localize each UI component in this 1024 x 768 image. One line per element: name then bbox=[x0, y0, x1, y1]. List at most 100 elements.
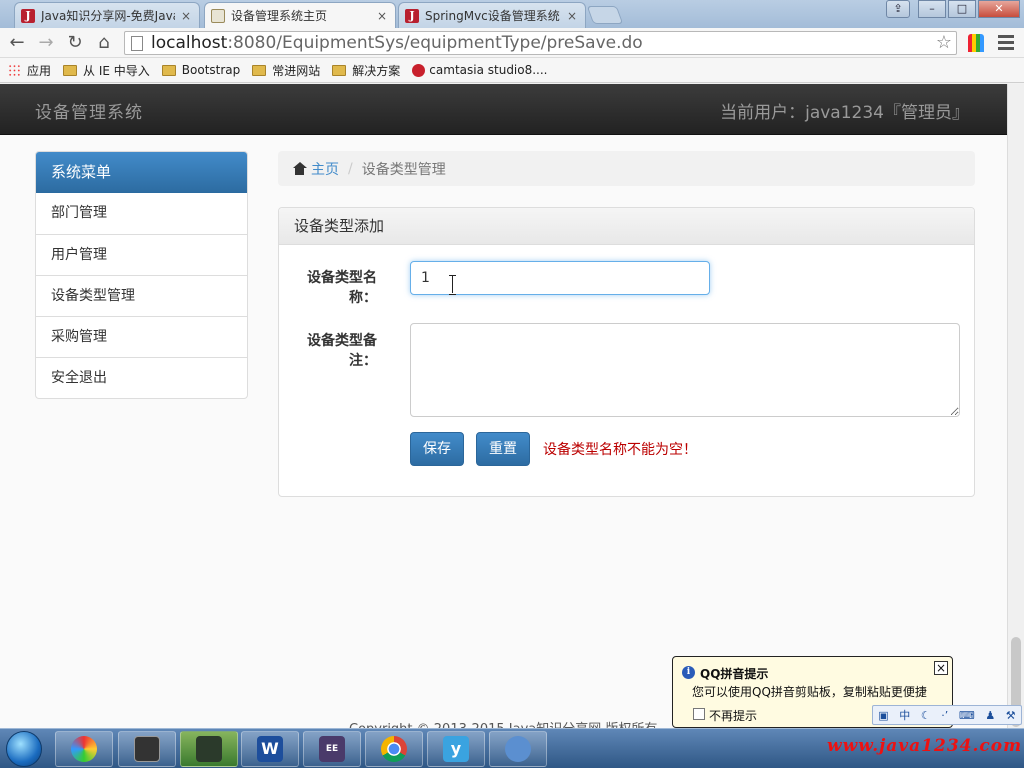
home-icon bbox=[292, 162, 307, 175]
pinwheel-icon bbox=[71, 736, 97, 762]
page-icon bbox=[131, 35, 143, 51]
ime-logo-icon[interactable]: ▣ bbox=[878, 709, 888, 722]
ime-keyboard-icon[interactable]: ⌨ bbox=[959, 709, 975, 722]
sidebar-item-department[interactable]: 部门管理 bbox=[36, 193, 247, 234]
site-watermark: www.java1234.com bbox=[827, 736, 1023, 756]
tab-close-icon[interactable]: × bbox=[377, 9, 387, 23]
taskbar-terminal[interactable] bbox=[118, 731, 176, 767]
chart-favicon-icon bbox=[211, 8, 225, 23]
dont-show-again-checkbox[interactable] bbox=[693, 708, 705, 720]
browser-tab-java1234[interactable]: J Java知识分享网-免费Java × bbox=[14, 2, 200, 28]
terminal-icon bbox=[134, 736, 160, 762]
ime-punctuation-icon[interactable]: ·’ bbox=[941, 709, 948, 722]
save-button[interactable]: 保存 bbox=[410, 432, 464, 466]
ime-moon-icon[interactable]: ☾ bbox=[921, 709, 931, 722]
app-navbar: 设备管理系统 当前用户：java1234『管理员』 bbox=[0, 84, 1007, 135]
bookmark-label: 解决方案 bbox=[352, 63, 401, 78]
word-icon: W bbox=[257, 736, 283, 762]
bookmark-label: Bootstrap bbox=[181, 63, 241, 77]
remark-label: 设备类型备 注： bbox=[297, 331, 377, 371]
bookmark-camtasia[interactable]: camtasia studio8.... bbox=[412, 63, 548, 77]
ime-user-icon[interactable]: ♟ bbox=[985, 709, 995, 722]
taskbar-yinxiang[interactable]: y bbox=[427, 731, 485, 767]
tab-title: SpringMvc设备管理系统 bbox=[425, 9, 560, 23]
bookmark-ie-import[interactable]: 从 IE 中导入 bbox=[63, 62, 150, 79]
taskbar-pinwheel[interactable] bbox=[55, 731, 113, 767]
taskbar-video-recorder[interactable] bbox=[180, 731, 238, 767]
sidebar-item-logout[interactable]: 安全退出 bbox=[36, 357, 247, 398]
java-favicon-icon: J bbox=[21, 8, 35, 23]
tab-close-icon[interactable]: × bbox=[181, 9, 191, 23]
taskbar-word[interactable]: W bbox=[241, 731, 299, 767]
bookmark-bootstrap[interactable]: Bootstrap bbox=[161, 63, 241, 77]
minimize-button[interactable]: – bbox=[918, 0, 946, 18]
dont-show-again-label[interactable]: 不再提示 bbox=[709, 707, 757, 724]
browser-tab-equipment-home[interactable]: 设备管理系统主页 × bbox=[204, 2, 396, 28]
bookmark-frequent-sites[interactable]: 常进网站 bbox=[252, 62, 320, 79]
validation-error: 设备类型名称不能为空！ bbox=[543, 442, 697, 458]
windows-start-icon[interactable] bbox=[6, 731, 42, 767]
sidebar-header: 系统菜单 bbox=[36, 152, 247, 193]
ime-settings-icon[interactable]: ⚒ bbox=[1006, 709, 1016, 722]
window-close-button[interactable]: ✕ bbox=[978, 0, 1020, 18]
text-cursor-icon bbox=[449, 275, 457, 295]
sidebar-item-purchase[interactable]: 采购管理 bbox=[36, 316, 247, 357]
yinxiang-icon: y bbox=[443, 736, 469, 762]
taskbar-dolphin[interactable] bbox=[489, 731, 547, 767]
reset-button[interactable]: 重置 bbox=[476, 432, 530, 466]
ime-mode-toggle[interactable]: 中 bbox=[899, 707, 910, 723]
bookmark-label: 从 IE 中导入 bbox=[83, 63, 150, 78]
equipment-type-remark-input[interactable] bbox=[410, 323, 960, 417]
forward-arrow-icon[interactable]: → bbox=[35, 32, 57, 54]
browser-toolbar: ← → ↻ ⌂ localhost:8080/EquipmentSys/equi… bbox=[0, 28, 1024, 58]
bookmark-label: 应用 bbox=[27, 63, 52, 78]
breadcrumb: 主页 / 设备类型管理 bbox=[278, 151, 975, 186]
remark-label-line1: 设备类型备 bbox=[307, 333, 377, 349]
javaee-ide-icon: EE bbox=[319, 736, 345, 762]
qq-popup-close-icon[interactable]: × bbox=[934, 661, 948, 675]
info-icon: i bbox=[682, 666, 695, 679]
page-scrollbar[interactable] bbox=[1007, 84, 1024, 728]
ime-toolbar: ▣ 中 ☾ ·’ ⌨ ♟ ⚒ bbox=[872, 705, 1022, 725]
home-button-icon[interactable]: ⌂ bbox=[93, 32, 115, 54]
camtasia-icon bbox=[412, 63, 426, 77]
app-brand[interactable]: 设备管理系统 bbox=[35, 98, 143, 123]
taskbar-javaee-ide[interactable]: EE bbox=[303, 731, 361, 767]
chrome-icon bbox=[381, 736, 407, 762]
chrome-menu-icon[interactable] bbox=[998, 35, 1014, 53]
breadcrumb-home-link[interactable]: 主页 bbox=[311, 159, 339, 179]
bookmark-label: 常进网站 bbox=[272, 63, 321, 78]
extension-icon[interactable] bbox=[968, 34, 984, 52]
folder-icon bbox=[161, 64, 176, 76]
sidebar-item-equipment-type[interactable]: 设备类型管理 bbox=[36, 275, 247, 316]
bookmark-apps[interactable]: 应用 bbox=[8, 62, 51, 79]
bookmark-label: camtasia studio8.... bbox=[429, 63, 548, 77]
profile-button[interactable]: ⇪ bbox=[886, 0, 910, 18]
back-arrow-icon[interactable]: ← bbox=[6, 32, 28, 54]
tab-close-icon[interactable]: × bbox=[567, 9, 577, 23]
url-host: localhost bbox=[151, 33, 228, 53]
apps-icon bbox=[8, 63, 21, 77]
browser-tab-strip: J Java知识分享网-免费Java × 设备管理系统主页 × J Spring… bbox=[0, 0, 1024, 28]
bookmark-star-icon[interactable]: ☆ bbox=[936, 32, 952, 53]
panel-title: 设备类型添加 bbox=[279, 208, 974, 245]
name-label-line2: 称： bbox=[349, 290, 377, 306]
taskbar-chrome[interactable] bbox=[365, 731, 423, 767]
current-user: 当前用户：java1234『管理员』 bbox=[720, 103, 969, 123]
bookmarks-bar: 应用 从 IE 中导入 Bootstrap 常进网站 解决方案 camtasia… bbox=[0, 58, 1024, 83]
new-tab-button[interactable] bbox=[586, 6, 624, 24]
browser-tab-springmvc[interactable]: J SpringMvc设备管理系统 × bbox=[398, 2, 586, 28]
breadcrumb-current: 设备类型管理 bbox=[361, 161, 446, 178]
qq-popup-body: 您可以使用QQ拼音剪贴板，复制粘贴更便捷 bbox=[692, 685, 927, 699]
java-favicon-icon: J bbox=[405, 8, 419, 23]
add-equipment-type-panel: 设备类型添加 设备类型名 称： 设备类型备 注： 保存 重置 设备类型名称不能为… bbox=[278, 207, 975, 497]
maximize-button[interactable]: □ bbox=[948, 0, 976, 18]
folder-icon bbox=[332, 64, 347, 76]
name-label-line1: 设备类型名 bbox=[307, 270, 377, 286]
page-footer: Copyright © 2013-2015 Java知识分享网 版权所有 bbox=[349, 718, 657, 728]
bookmark-solutions[interactable]: 解决方案 bbox=[332, 62, 400, 79]
folder-icon bbox=[252, 64, 267, 76]
sidebar-item-users[interactable]: 用户管理 bbox=[36, 234, 247, 275]
reload-icon[interactable]: ↻ bbox=[64, 32, 86, 54]
address-bar[interactable]: localhost:8080/EquipmentSys/equipmentTyp… bbox=[124, 31, 957, 55]
